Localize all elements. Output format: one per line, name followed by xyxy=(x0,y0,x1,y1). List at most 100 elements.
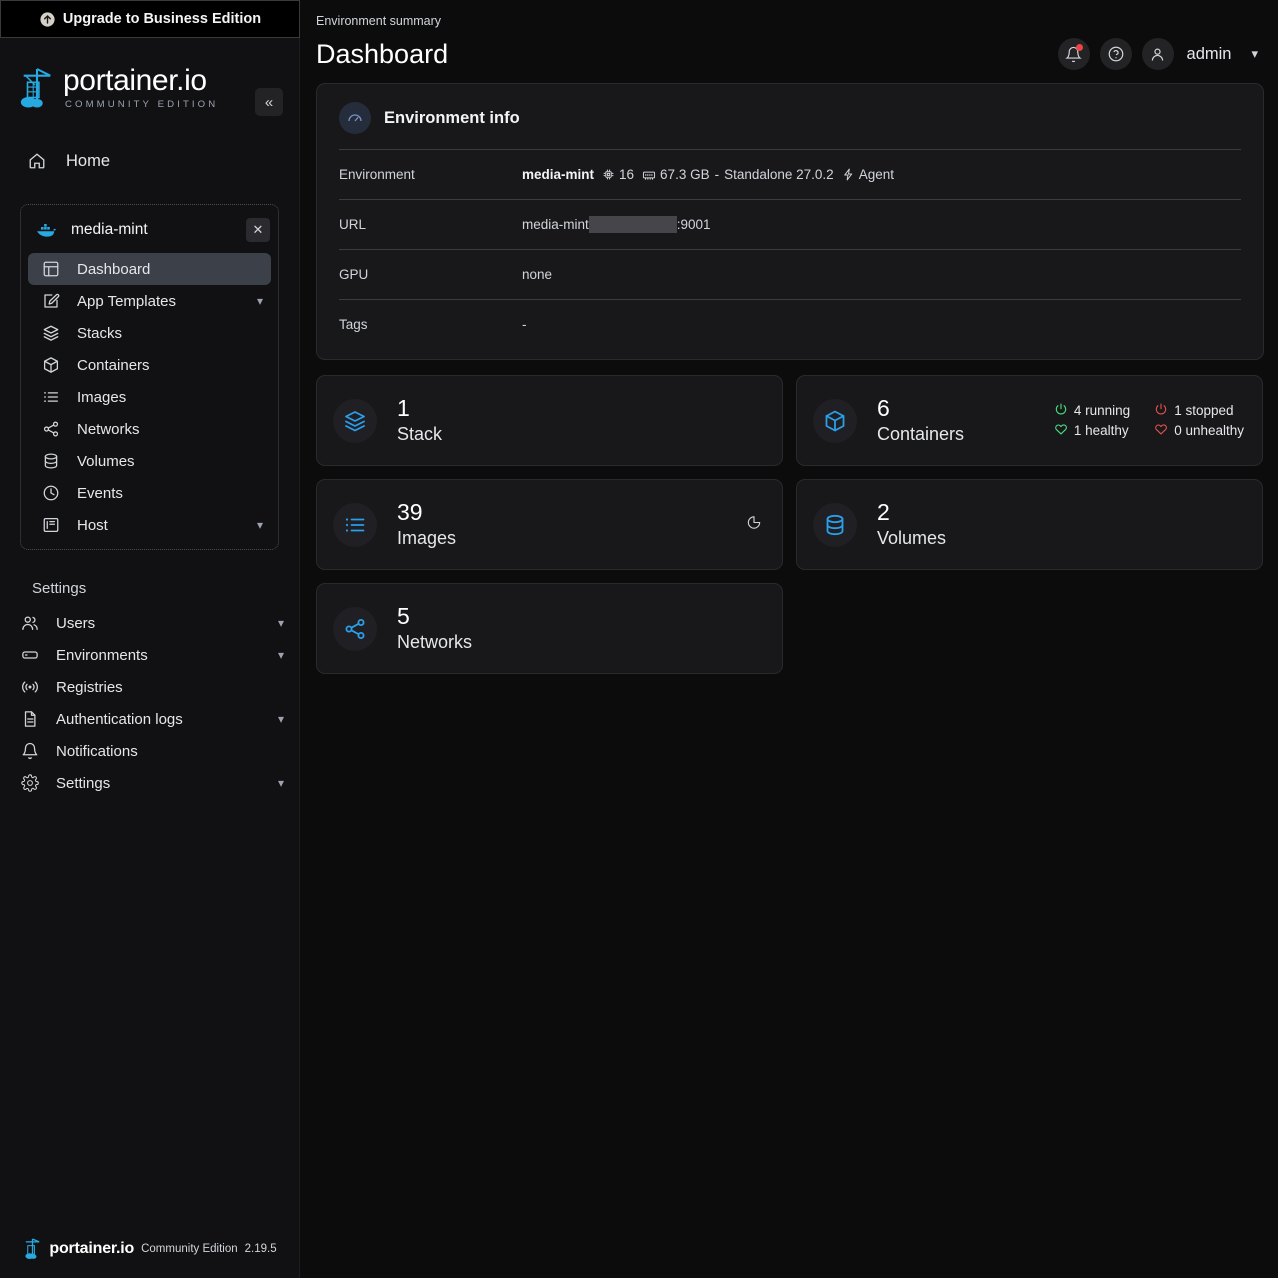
card-containers[interactable]: 6 Containers 4 running 1 stopped 1 healthy 0 … xyxy=(796,375,1263,466)
chevron-down-icon[interactable]: ▾ xyxy=(278,776,284,790)
sidebar-collapse-button[interactable]: « xyxy=(255,88,283,116)
notification-badge-dot xyxy=(1075,44,1083,51)
status-1-healthy[interactable]: 1 healthy xyxy=(1054,422,1130,439)
logo-wordmark: portainer.io xyxy=(63,64,207,97)
env-mode: Standalone 27.0.2 xyxy=(724,167,834,182)
container-status-stats: 4 running 1 stopped 1 healthy 0 unhealthy xyxy=(1054,402,1244,439)
sidebar-item-networks[interactable]: Networks xyxy=(28,413,271,445)
card-label: Images xyxy=(397,527,457,548)
sidebar-item-label: Images xyxy=(77,388,127,406)
sidebar-item-registries[interactable]: Registries xyxy=(7,671,292,703)
info-row-tags: Tags - xyxy=(339,299,1241,349)
sidebar-item-environments[interactable]: Environments ▾ xyxy=(7,639,292,671)
info-key: Environment xyxy=(339,167,415,182)
status-label: 0 unhealthy xyxy=(1174,423,1244,438)
pie-chart-icon[interactable] xyxy=(746,514,762,535)
card-count: 39 xyxy=(397,498,423,525)
sidebar-item-stacks[interactable]: Stacks xyxy=(28,317,271,349)
sidebar-item-home[interactable]: Home xyxy=(0,140,299,182)
card-label: Volumes xyxy=(877,527,947,548)
status-1-stopped[interactable]: 1 stopped xyxy=(1154,402,1244,419)
main-content: Environment summary Dashboard admin ▾ En… xyxy=(300,0,1278,1278)
status-label: 1 healthy xyxy=(1073,423,1129,438)
status-0-unhealthy[interactable]: 0 unhealthy xyxy=(1154,422,1244,439)
environment-nav-list: Dashboard App Templates ▾ Stacks Containers I… xyxy=(21,253,278,541)
user-avatar-button[interactable] xyxy=(1141,38,1174,70)
sidebar-item-label: App Templates xyxy=(77,292,176,310)
box-icon xyxy=(42,356,60,374)
url-port: :9001 xyxy=(676,217,711,232)
chevron-down-icon[interactable]: ▾ xyxy=(278,616,284,630)
chevron-down-icon[interactable]: ▾ xyxy=(278,712,284,726)
sidebar-item-users[interactable]: Users ▾ xyxy=(7,607,292,639)
user-icon xyxy=(1151,48,1164,61)
heart-icon xyxy=(1154,422,1168,439)
resource-cards: 1 Stack 6 Containers 4 running 1 stopped 1 hea… xyxy=(316,375,1264,674)
footer-logo-text: portainer.io xyxy=(49,1239,135,1257)
environments-icon xyxy=(21,646,39,664)
help-button[interactable] xyxy=(1099,38,1132,70)
info-row-url: URL media-mint :9001 xyxy=(339,199,1241,249)
sidebar-item-label: Stacks xyxy=(77,324,123,342)
environment-close-button[interactable]: ✕ xyxy=(246,218,270,242)
sidebar-item-events[interactable]: Events xyxy=(28,477,271,509)
card-images[interactable]: 39 Images xyxy=(316,479,783,570)
sidebar-item-label: Networks xyxy=(77,420,140,438)
sidebar-item-dashboard[interactable]: Dashboard xyxy=(28,253,271,285)
card-networks[interactable]: 5 Networks xyxy=(316,583,783,674)
sidebar-item-label: Environments xyxy=(56,646,148,664)
card-volumes[interactable]: 2 Volumes xyxy=(796,479,1263,570)
close-icon: ✕ xyxy=(252,222,264,237)
portainer-dashboard-app: Upgrade to Business Edition portainer.io… xyxy=(0,0,1278,1278)
settings-nav-list: Users ▾ Environments ▾ Registries Authenticat… xyxy=(0,607,299,799)
sidebar-item-label: Containers xyxy=(77,356,150,374)
portainer-logo[interactable]: portainer.io COMMUNITY EDITION « xyxy=(0,38,299,116)
sidebar-item-volumes[interactable]: Volumes xyxy=(28,445,271,477)
top-actions: admin ▾ xyxy=(1057,38,1258,70)
chevron-down-icon[interactable]: ▾ xyxy=(257,294,263,308)
user-name[interactable]: admin xyxy=(1187,45,1232,64)
environment-info-panel: Environment info Environment media-mint xyxy=(316,83,1264,360)
env-separator: - xyxy=(714,167,720,182)
box-icon xyxy=(813,398,857,443)
document-icon xyxy=(21,710,39,728)
sidebar-item-host[interactable]: Host ▾ xyxy=(28,509,271,541)
info-key: GPU xyxy=(339,267,369,282)
card-count: 5 xyxy=(397,602,410,629)
database-icon xyxy=(813,502,857,547)
environment-selector-box: media-mint ✕ Dashboard App Templates ▾ Stac… xyxy=(20,204,279,550)
sidebar-item-label: Settings xyxy=(56,774,111,792)
power-icon xyxy=(1054,402,1068,419)
card-count: 1 xyxy=(397,394,410,421)
environment-selector-header[interactable]: media-mint ✕ xyxy=(21,211,278,249)
info-value-tags: - xyxy=(522,317,527,332)
sidebar-item-settings[interactable]: Settings ▾ xyxy=(7,767,292,799)
sidebar-item-notifications[interactable]: Notifications xyxy=(7,735,292,767)
sidebar-item-images[interactable]: Images xyxy=(28,381,271,413)
status-label: 1 stopped xyxy=(1174,403,1234,418)
footer-edition: Community Edition xyxy=(141,1242,238,1255)
env-ram: 67.3 GB xyxy=(660,167,710,182)
page-title: Dashboard xyxy=(316,38,449,69)
sidebar-item-authentication-logs[interactable]: Authentication logs ▾ xyxy=(7,703,292,735)
bolt-icon xyxy=(842,168,855,181)
notifications-button[interactable] xyxy=(1057,38,1090,70)
sidebar-item-label: Authentication logs xyxy=(56,710,183,728)
chevron-down-icon[interactable]: ▾ xyxy=(257,518,263,532)
info-row-gpu: GPU none xyxy=(339,249,1241,299)
environment-info-title: Environment info xyxy=(384,108,520,127)
breadcrumb: Environment summary xyxy=(316,14,442,28)
sidebar-item-app-templates[interactable]: App Templates ▾ xyxy=(28,285,271,317)
radio-waves-icon xyxy=(21,678,39,696)
info-value-url: media-mint :9001 xyxy=(522,216,711,233)
sidebar-item-containers[interactable]: Containers xyxy=(28,349,271,381)
environment-name: media-mint xyxy=(71,221,148,238)
card-stack[interactable]: 1 Stack xyxy=(316,375,783,466)
upgrade-to-business-edition-button[interactable]: Upgrade to Business Edition xyxy=(0,0,300,38)
status-4-running[interactable]: 4 running xyxy=(1054,402,1130,419)
env-host-name: media-mint xyxy=(522,167,595,182)
card-text: 2 Volumes xyxy=(877,499,946,551)
sidebar: Upgrade to Business Edition portainer.io… xyxy=(0,0,300,1278)
chevron-down-icon[interactable]: ▾ xyxy=(278,648,284,662)
chevron-down-icon[interactable]: ▾ xyxy=(1251,46,1258,62)
